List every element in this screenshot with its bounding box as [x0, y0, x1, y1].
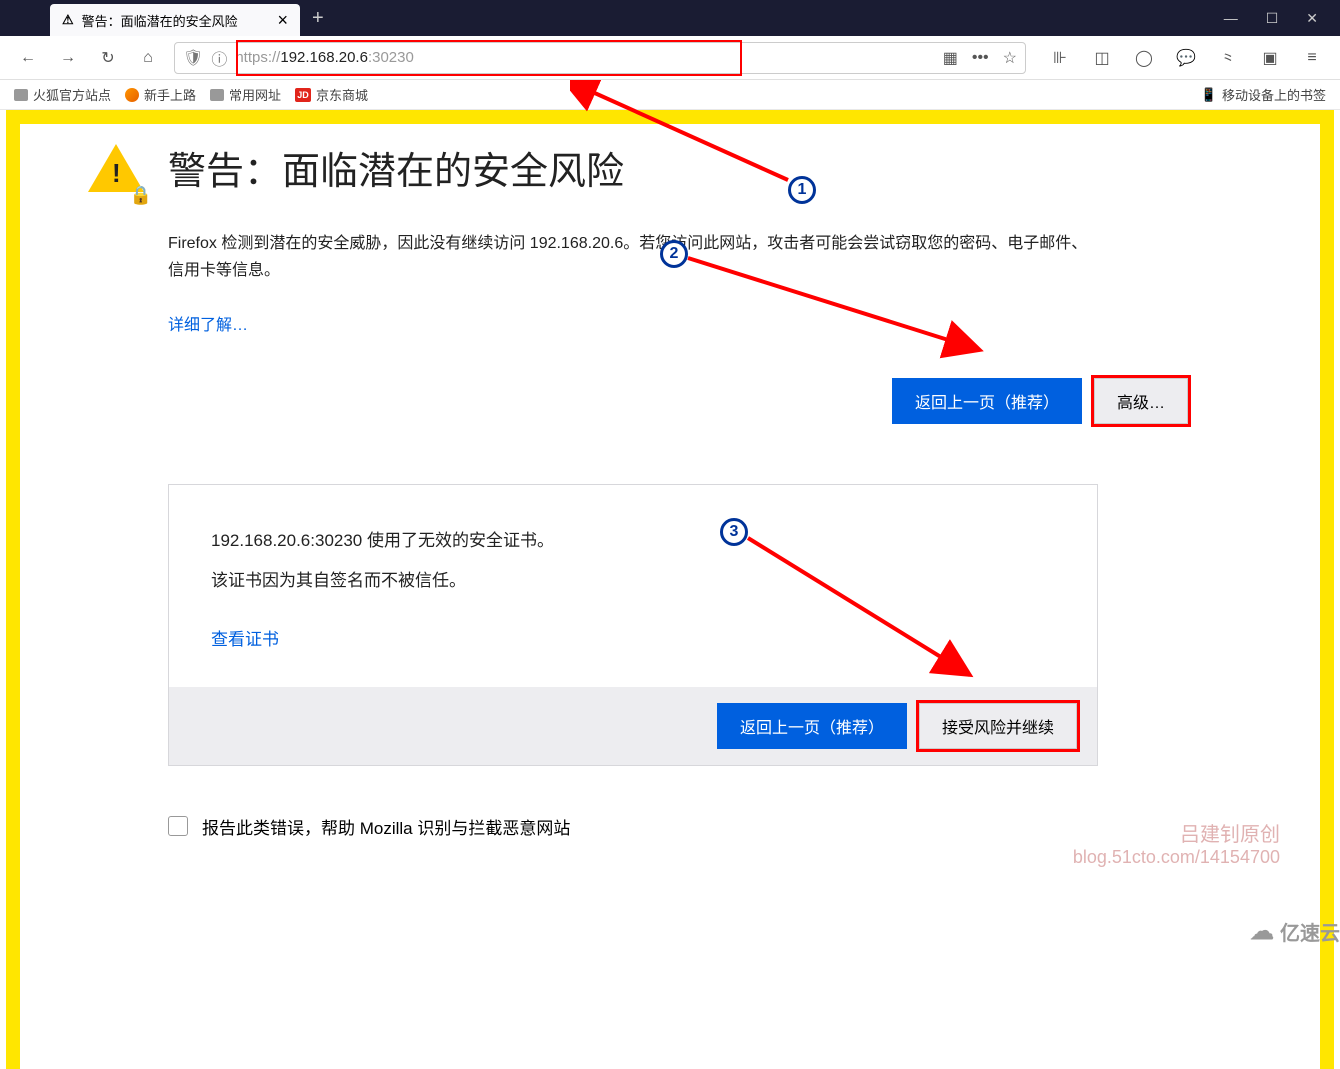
watermark-line1: 吕建钊原创 — [1073, 818, 1280, 847]
annotation-number-1: 1 — [788, 176, 816, 204]
page-actions-icon[interactable]: ••• — [972, 49, 989, 67]
annotation-number-3: 3 — [720, 518, 748, 546]
bookmark-firefox-official[interactable]: 火狐官方站点 — [14, 85, 111, 104]
window-controls: — ☐ ✕ — [1202, 10, 1340, 27]
bookmark-label: 新手上路 — [144, 85, 196, 104]
url-input[interactable]: https://192.168.20.6:30230 — [235, 49, 934, 66]
bookmark-label: 火狐官方站点 — [33, 85, 111, 104]
annotation-number-2: 2 — [660, 240, 688, 268]
home-button[interactable]: ⌂ — [134, 44, 162, 72]
window-titlebar: ⚠ 警告：面临潜在的安全风险 × + — ☐ ✕ — [0, 0, 1340, 36]
watermark-line2: blog.51cto.com/14154700 — [1073, 847, 1280, 868]
forward-button[interactable]: → — [54, 44, 82, 72]
browser-tab[interactable]: ⚠ 警告：面临潜在的安全风险 × — [50, 4, 300, 36]
reload-button[interactable]: ↻ — [94, 44, 122, 72]
navigation-bar: ← → ↻ ⌂ 🛡 ⓘ https://192.168.20.6:30230 ▦… — [0, 36, 1340, 80]
info-icon[interactable]: ⓘ — [211, 46, 227, 70]
url-bar[interactable]: 🛡 ⓘ https://192.168.20.6:30230 ▦ ••• ☆ — [174, 42, 1026, 74]
jd-icon: JD — [295, 88, 311, 102]
advanced-panel: 192.168.20.6:30230 使用了无效的安全证书。 该证书因为其自签名… — [168, 484, 1098, 766]
cloud-icon: ☁ — [1250, 917, 1274, 946]
warning-title: 警告：面临潜在的安全风险 — [168, 140, 624, 195]
cert-error-line2: 该证书因为其自签名而不被信任。 — [211, 561, 1055, 602]
url-host: 192.168.20.6 — [280, 49, 368, 66]
go-back-button[interactable]: 返回上一页（推荐） — [892, 378, 1082, 424]
shield-icon[interactable]: 🛡 — [183, 48, 203, 68]
watermark-brand-text: 亿速云 — [1280, 917, 1340, 946]
bookmark-label: 常用网址 — [229, 85, 281, 104]
extension-icon[interactable]: ▣ — [1256, 44, 1284, 72]
url-protocol: https:// — [235, 49, 280, 66]
screenshot-icon[interactable]: ⺀ — [1214, 44, 1242, 72]
warning-triangle-icon: ! 🔒 — [88, 144, 146, 202]
tab-close-button[interactable]: × — [277, 10, 288, 31]
report-checkbox[interactable] — [168, 816, 188, 836]
firefox-icon — [125, 88, 139, 102]
bookmark-jd[interactable]: JD 京东商城 — [295, 85, 368, 104]
bookmark-label: 京东商城 — [316, 85, 368, 104]
close-window-button[interactable]: ✕ — [1306, 10, 1318, 27]
warning-icon: ⚠ — [62, 12, 74, 28]
bookmark-common-sites[interactable]: 常用网址 — [210, 85, 281, 104]
bookmark-getting-started[interactable]: 新手上路 — [125, 85, 196, 104]
bookmark-mobile[interactable]: 📱 移动设备上的书签 — [1201, 85, 1326, 104]
lock-broken-icon: 🔒 — [130, 185, 152, 206]
chat-icon[interactable]: 💬 — [1172, 44, 1200, 72]
accept-risk-button[interactable]: 接受风险并继续 — [919, 703, 1077, 749]
back-button[interactable]: ← — [14, 44, 42, 72]
folder-icon — [210, 89, 224, 101]
go-back-button-2[interactable]: 返回上一页（推荐） — [717, 703, 907, 749]
mobile-icon: 📱 — [1201, 87, 1217, 103]
advanced-button[interactable]: 高级… — [1094, 378, 1188, 424]
url-port: :30230 — [368, 49, 414, 66]
cert-error-line1: 192.168.20.6:30230 使用了无效的安全证书。 — [211, 521, 1055, 562]
bookmarks-bar: 火狐官方站点 新手上路 常用网址 JD 京东商城 📱 移动设备上的书签 — [0, 80, 1340, 110]
folder-icon — [14, 89, 28, 101]
new-tab-button[interactable]: + — [300, 7, 336, 30]
minimize-button[interactable]: — — [1224, 10, 1238, 27]
qr-icon[interactable]: ▦ — [943, 48, 958, 68]
watermark-author: 吕建钊原创 blog.51cto.com/14154700 — [1073, 818, 1280, 868]
account-icon[interactable]: ◯ — [1130, 44, 1158, 72]
view-certificate-link[interactable]: 查看证书 — [211, 630, 279, 649]
page-content: ! 🔒 警告：面临潜在的安全风险 Firefox 检测到潜在的安全威胁，因此没有… — [0, 110, 1340, 869]
bookmark-star-icon[interactable]: ☆ — [1003, 48, 1017, 68]
watermark-brand: ☁ 亿速云 — [1250, 917, 1340, 946]
warning-text: Firefox 检测到潜在的安全威胁，因此没有继续访问 192.168.20.6… — [168, 230, 1098, 284]
sidebar-icon[interactable]: ◫ — [1088, 44, 1116, 72]
maximize-button[interactable]: ☐ — [1266, 10, 1279, 27]
bookmark-label: 移动设备上的书签 — [1222, 85, 1326, 104]
warning-body: Firefox 检测到潜在的安全威胁，因此没有继续访问 192.168.20.6… — [168, 230, 1098, 340]
menu-icon[interactable]: ≡ — [1298, 44, 1326, 72]
learn-more-link[interactable]: 详细了解… — [168, 317, 248, 334]
library-icon[interactable]: ⊪ — [1046, 44, 1074, 72]
tab-title: 警告：面临潜在的安全风险 — [82, 11, 238, 30]
report-label: 报告此类错误，帮助 Mozilla 识别与拦截恶意网站 — [202, 814, 570, 839]
